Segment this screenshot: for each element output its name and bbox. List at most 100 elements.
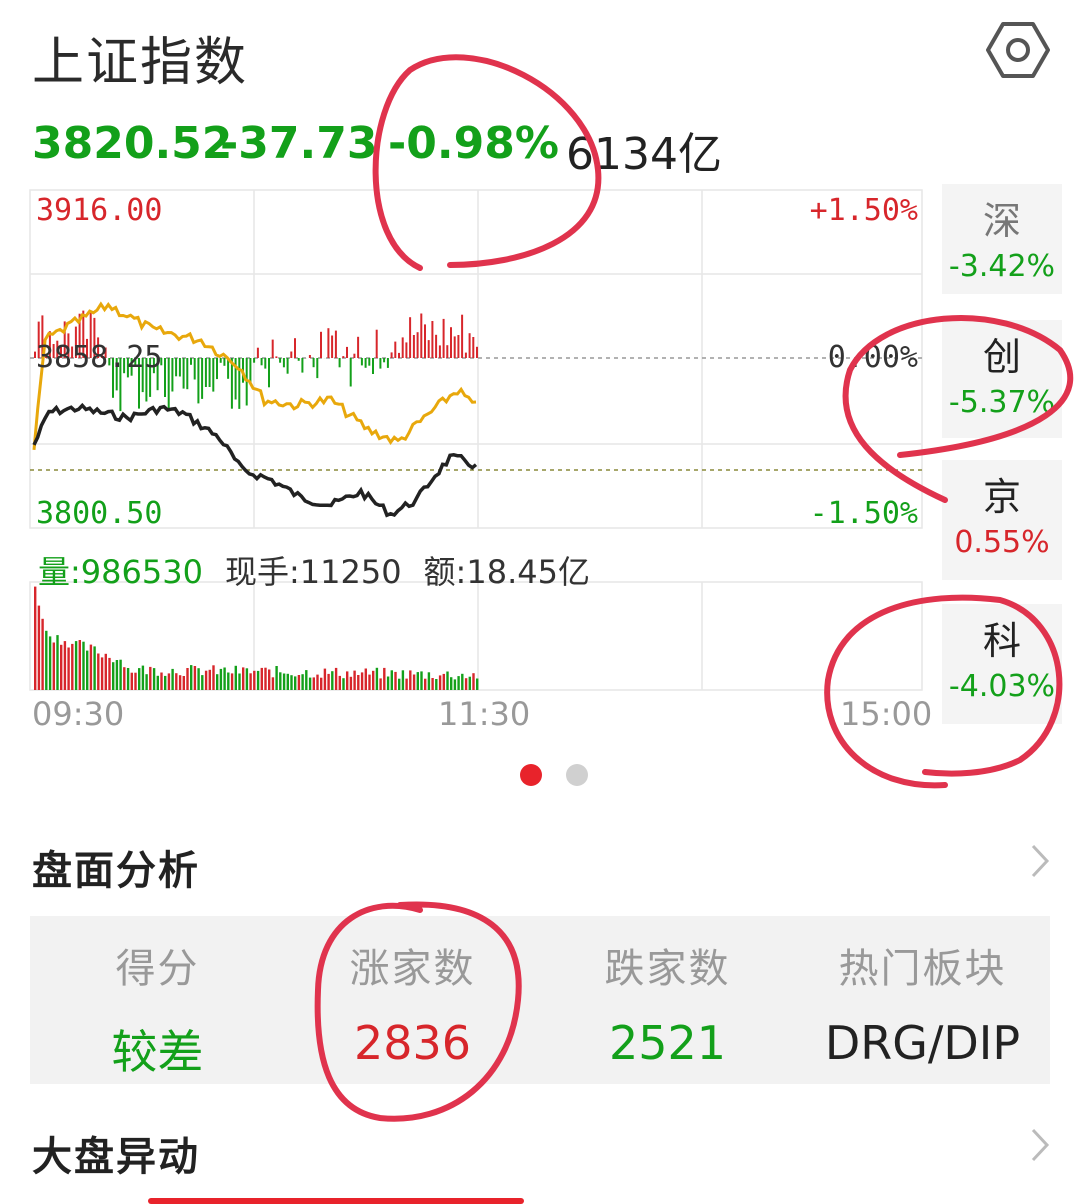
volume-bar: [219, 668, 223, 690]
volume-bar: [253, 670, 256, 690]
volume-bar: [457, 676, 460, 690]
breadth-bar: [216, 358, 218, 380]
volume-bar: [282, 673, 286, 690]
chevron-right-icon[interactable]: [1030, 1127, 1050, 1163]
analysis-panel: 得分 较差 涨家数 2836 跌家数 2521 热门板块 DRG/DIP: [30, 916, 1050, 1084]
volume-bar: [334, 667, 338, 690]
side-index-pct: -3.42%: [948, 249, 1056, 284]
intraday-chart[interactable]: [0, 180, 930, 740]
breadth-bar: [223, 358, 226, 366]
volume-bar: [152, 668, 156, 690]
volume-bar: [175, 673, 178, 690]
volume-bar: [93, 646, 96, 690]
volume-bar: [201, 675, 204, 690]
volume-bar: [227, 672, 230, 690]
amount-key: 额:: [423, 553, 467, 591]
volume-bar: [461, 673, 464, 690]
volume-bar: [394, 671, 397, 690]
volume-bar: [386, 676, 390, 690]
breadth-bar: [342, 356, 345, 358]
side-index-chinext[interactable]: 创 -5.37%: [942, 320, 1062, 438]
side-index-shenzhen[interactable]: 深 -3.42%: [942, 184, 1062, 294]
volume-bar: [383, 667, 386, 690]
volume-bar: [353, 670, 356, 690]
breadth-bar: [294, 338, 296, 358]
settings-hexagon-icon[interactable]: [986, 18, 1050, 82]
breadth-bar: [275, 356, 278, 358]
volume-bar: [438, 675, 442, 690]
analysis-value: DRG/DIP: [824, 1016, 1021, 1070]
analysis-cell-score[interactable]: 得分 较差: [30, 916, 285, 1084]
breadth-bar: [271, 339, 274, 358]
section-title-movement[interactable]: 大盘异动: [32, 1124, 200, 1182]
volume-bar: [123, 667, 126, 690]
analysis-cell-decliners[interactable]: 跌家数 2521: [540, 916, 795, 1084]
analysis-cell-advancers[interactable]: 涨家数 2836: [285, 916, 540, 1084]
volume-bar: [141, 665, 145, 690]
volume-bar: [476, 678, 479, 690]
side-index-pct: -4.03%: [948, 669, 1056, 704]
volume-bar: [249, 673, 252, 690]
breadth-bar: [379, 358, 382, 369]
volume-bar: [305, 670, 308, 690]
volume-bar: [260, 667, 263, 690]
breadth-bar: [312, 358, 315, 368]
volume-bar: [412, 674, 416, 690]
volume-bar: [375, 667, 379, 690]
analysis-label: 涨家数: [349, 946, 476, 992]
volume-bar: [37, 605, 41, 690]
volume-bar: [360, 672, 364, 690]
analysis-cell-hot-sector[interactable]: 热门板块 DRG/DIP: [795, 916, 1050, 1084]
breadth-bar: [178, 358, 181, 377]
analysis-value: 较差: [111, 1025, 204, 1079]
side-index-pct: -5.37%: [948, 385, 1056, 420]
bottom-banner-edge: [148, 1198, 524, 1204]
volume-bar: [301, 674, 304, 690]
volume-bar: [204, 670, 208, 690]
breadth-bar: [372, 358, 374, 374]
breadth-bar: [390, 352, 393, 358]
page-dot[interactable]: [566, 764, 588, 786]
analysis-label: 热门板块: [838, 946, 1007, 992]
volume-bar: [74, 641, 78, 690]
volume-bar: [450, 677, 453, 690]
hand-key: 现手:: [224, 553, 300, 591]
breadth-bar: [238, 358, 241, 409]
side-index-pct: 0.55%: [954, 525, 1050, 560]
breadth-bar: [401, 337, 404, 358]
volume-bar: [78, 640, 81, 690]
breadth-bar: [164, 358, 166, 397]
volume-bar: [48, 636, 52, 690]
side-index-beijing[interactable]: 京 0.55%: [942, 460, 1062, 580]
breadth-bar: [438, 345, 441, 358]
side-index-name: 科: [982, 619, 1021, 663]
volume-bar: [223, 667, 226, 690]
page-dot-active[interactable]: [520, 764, 542, 786]
breadth-bar: [256, 347, 259, 358]
side-index-star[interactable]: 科 -4.03%: [942, 604, 1062, 724]
chevron-right-icon[interactable]: [1030, 843, 1050, 879]
volume-bar: [338, 675, 341, 690]
volume-bar: [256, 670, 260, 690]
breadth-bar: [204, 358, 207, 387]
section-title-analysis[interactable]: 盘面分析: [32, 838, 200, 896]
breadth-bar: [431, 321, 434, 358]
breadth-bar: [420, 313, 423, 358]
breadth-bar: [253, 358, 256, 363]
volume-summary: 量:986530 现手:11250 额:18.45亿: [38, 547, 590, 593]
volume-bar: [97, 653, 100, 690]
volume-bar: [230, 673, 234, 690]
volume-bar: [186, 668, 189, 690]
volume-bar: [442, 673, 445, 690]
volume-bar: [320, 677, 323, 690]
volume-bar: [41, 618, 44, 690]
volume-bar: [420, 671, 423, 690]
volume-bar: [464, 678, 468, 690]
index-price: 3820.52: [32, 118, 233, 169]
side-index-name: 深: [982, 199, 1021, 243]
index-change-pct: -0.98%: [388, 118, 559, 169]
volume-bar: [279, 672, 282, 690]
page-title: 上证指数: [32, 33, 249, 93]
breadth-bar: [182, 358, 185, 389]
breadth-bar: [398, 352, 400, 358]
